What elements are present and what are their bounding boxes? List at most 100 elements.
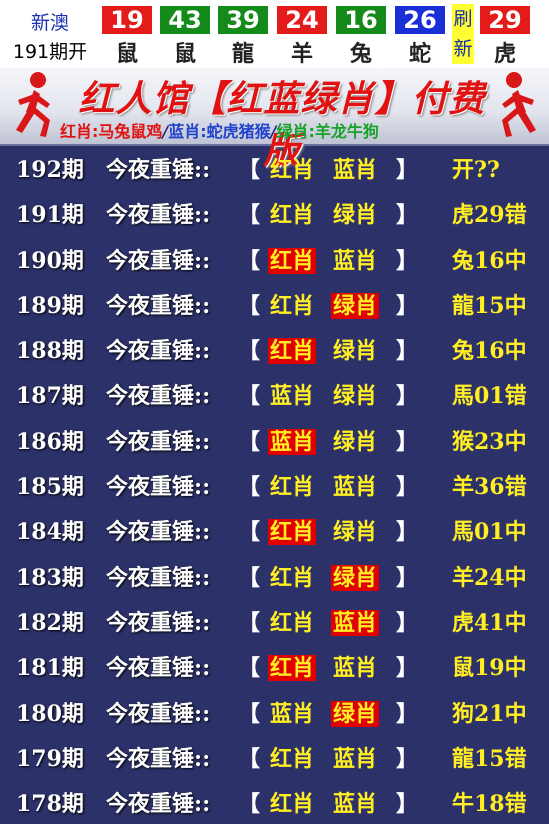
list-item: 192期 今夜重锤:: 【红肖 蓝肖】 开?? bbox=[0, 145, 549, 190]
red-zodiac-group: 红肖:马兔鼠鸡 bbox=[60, 122, 163, 141]
row-close-bracket: 】 bbox=[396, 519, 419, 546]
row-tag-1-cell: 红肖 bbox=[268, 288, 316, 320]
result-ball-6: 26 bbox=[395, 6, 445, 34]
result-ball-1: 19 bbox=[102, 6, 152, 34]
row-tag-1: 红肖 bbox=[268, 519, 317, 546]
row-result: 龍15中 bbox=[452, 292, 527, 319]
row-tag-1: 红肖 bbox=[270, 474, 315, 501]
row-tag-2-cell: 绿肖 bbox=[331, 333, 379, 365]
row-phrase: 今夜重锤:: bbox=[106, 474, 211, 501]
row-close-bracket: 】 bbox=[396, 655, 419, 682]
row-result: 羊24中 bbox=[452, 564, 527, 591]
row-tag-2: 蓝肖 bbox=[331, 609, 380, 636]
row-tag-1-cell: 红肖 bbox=[268, 605, 316, 637]
result-zodiac-4: 羊 bbox=[290, 42, 313, 67]
row-tag-1: 红肖 bbox=[270, 157, 315, 183]
green-zodiac-group: 绿肖:羊龙牛狗 bbox=[276, 122, 379, 141]
row-open-bracket: 【 bbox=[238, 338, 261, 365]
special-ball: 29 bbox=[480, 6, 530, 34]
row-tag-2: 蓝肖 bbox=[333, 745, 378, 772]
refresh-label-1: 刷 bbox=[453, 8, 473, 30]
row-tag-1: 蓝肖 bbox=[270, 383, 315, 410]
row-result: 馬01错 bbox=[452, 383, 527, 410]
row-close-bracket: 】 bbox=[396, 202, 419, 229]
region-label: 新澳 bbox=[30, 12, 69, 34]
row-close-bracket: 】 bbox=[396, 564, 419, 591]
row-tag-2: 绿肖 bbox=[333, 383, 378, 410]
row-tag-2: 绿肖 bbox=[331, 700, 380, 727]
row-phrase: 今夜重锤:: bbox=[106, 202, 211, 229]
result-bar: 新澳 191期开 19 鼠 43 鼠 39 龍 24 羊 16 兔 26 蛇 刷… bbox=[0, 0, 549, 68]
row-phrase: 今夜重锤:: bbox=[106, 383, 211, 410]
row-close-bracket: 】 bbox=[396, 428, 419, 455]
row-phrase: 今夜重锤:: bbox=[106, 247, 211, 274]
row-open-bracket: 【 bbox=[238, 564, 261, 591]
result-zodiac-3: 龍 bbox=[231, 42, 254, 67]
row-period: 188期 bbox=[16, 338, 84, 365]
row-phrase: 今夜重锤:: bbox=[106, 700, 211, 727]
prediction-list: 192期 今夜重锤:: 【红肖 蓝肖】开?? 191期 今夜重锤:: 【红肖 绿肖】虎29错 1… bbox=[0, 145, 549, 824]
row-tag-2-cell: 蓝肖 bbox=[331, 469, 379, 501]
row-tag-2-cell: 绿肖 bbox=[331, 378, 379, 410]
result-ball-3: 39 bbox=[218, 6, 268, 34]
row-result: 龍15错 bbox=[452, 745, 527, 772]
running-man-icon-right bbox=[502, 72, 536, 137]
row-phrase: 今夜重锤:: bbox=[106, 519, 211, 546]
row-tag-1: 红肖 bbox=[270, 745, 315, 772]
row-tag-1-cell: 红肖 bbox=[268, 197, 316, 229]
row-tag-1-cell: 红肖 bbox=[268, 514, 317, 546]
list-item: 187期 今夜重锤:: 【蓝肖 绿肖】 馬01错 bbox=[0, 371, 549, 416]
row-period: 187期 bbox=[16, 383, 84, 410]
row-phrase: 今夜重锤:: bbox=[106, 157, 211, 183]
row-open-bracket: 【 bbox=[238, 519, 261, 546]
header-banner: 红人馆【红蓝绿肖】付费版 红肖:马兔鼠鸡/蓝肖:蛇虎猪猴/绿肖:羊龙牛狗 bbox=[0, 68, 549, 172]
row-close-bracket: 】 bbox=[396, 609, 419, 636]
row-result: 兔16中 bbox=[452, 338, 527, 365]
row-open-bracket: 【 bbox=[238, 292, 261, 319]
list-item: 180期 今夜重锤:: 【蓝肖 绿肖】 狗21中 bbox=[0, 689, 549, 734]
row-tag-1-cell: 蓝肖 bbox=[268, 696, 316, 728]
row-tag-2-cell: 绿肖 bbox=[331, 514, 379, 546]
row-phrase: 今夜重锤:: bbox=[106, 745, 211, 772]
row-close-bracket: 】 bbox=[396, 474, 419, 501]
row-tag-2: 蓝肖 bbox=[333, 157, 378, 183]
row-open-bracket: 【 bbox=[238, 745, 261, 772]
row-phrase: 今夜重锤:: bbox=[106, 655, 211, 682]
row-close-bracket: 】 bbox=[396, 338, 419, 365]
result-zodiac-6: 蛇 bbox=[408, 42, 431, 67]
list-item: 190期 今夜重锤:: 【红肖 蓝肖】 兔16中 bbox=[0, 236, 549, 281]
row-result: 馬01中 bbox=[452, 519, 527, 546]
row-tag-1-cell: 红肖 bbox=[268, 243, 317, 275]
row-tag-2-cell: 绿肖 bbox=[331, 197, 379, 229]
period-label: 191期开 bbox=[12, 41, 88, 63]
list-item: 183期 今夜重锤:: 【红肖 绿肖】 羊24中 bbox=[0, 553, 549, 598]
row-tag-2-cell: 蓝肖 bbox=[331, 650, 379, 682]
row-tag-2: 蓝肖 bbox=[333, 247, 378, 274]
row-result: 牛18错 bbox=[452, 791, 527, 818]
row-tag-1-cell: 红肖 bbox=[268, 741, 316, 773]
row-tag-2: 绿肖 bbox=[333, 338, 378, 365]
row-phrase: 今夜重锤:: bbox=[106, 292, 211, 319]
row-open-bracket: 【 bbox=[238, 791, 261, 818]
row-period: 190期 bbox=[16, 247, 84, 274]
list-item: 184期 今夜重锤:: 【红肖 绿肖】 馬01中 bbox=[0, 507, 549, 552]
row-tag-1: 红肖 bbox=[270, 564, 315, 591]
row-period: 189期 bbox=[16, 292, 84, 319]
list-item: 182期 今夜重锤:: 【红肖 蓝肖】 虎41中 bbox=[0, 598, 549, 643]
result-zodiac-5: 兔 bbox=[349, 42, 372, 67]
row-tag-1: 红肖 bbox=[270, 292, 315, 319]
row-period: 181期 bbox=[16, 655, 84, 682]
row-tag-2-cell: 蓝肖 bbox=[331, 605, 380, 637]
row-phrase: 今夜重锤:: bbox=[106, 338, 211, 365]
row-result: 鼠19中 bbox=[452, 655, 527, 682]
row-tag-1: 红肖 bbox=[270, 609, 315, 636]
row-tag-1-cell: 红肖 bbox=[268, 152, 316, 184]
list-item: 188期 今夜重锤:: 【红肖 绿肖】 兔16中 bbox=[0, 326, 549, 371]
refresh-button[interactable]: 刷 新 bbox=[452, 4, 474, 64]
row-tag-1-cell: 红肖 bbox=[268, 786, 316, 818]
row-tag-2-cell: 绿肖 bbox=[331, 424, 379, 456]
row-tag-2-cell: 绿肖 bbox=[331, 560, 380, 592]
row-tag-1: 红肖 bbox=[270, 202, 315, 229]
row-tag-1-cell: 红肖 bbox=[268, 469, 316, 501]
row-tag-2-cell: 蓝肖 bbox=[331, 786, 379, 818]
